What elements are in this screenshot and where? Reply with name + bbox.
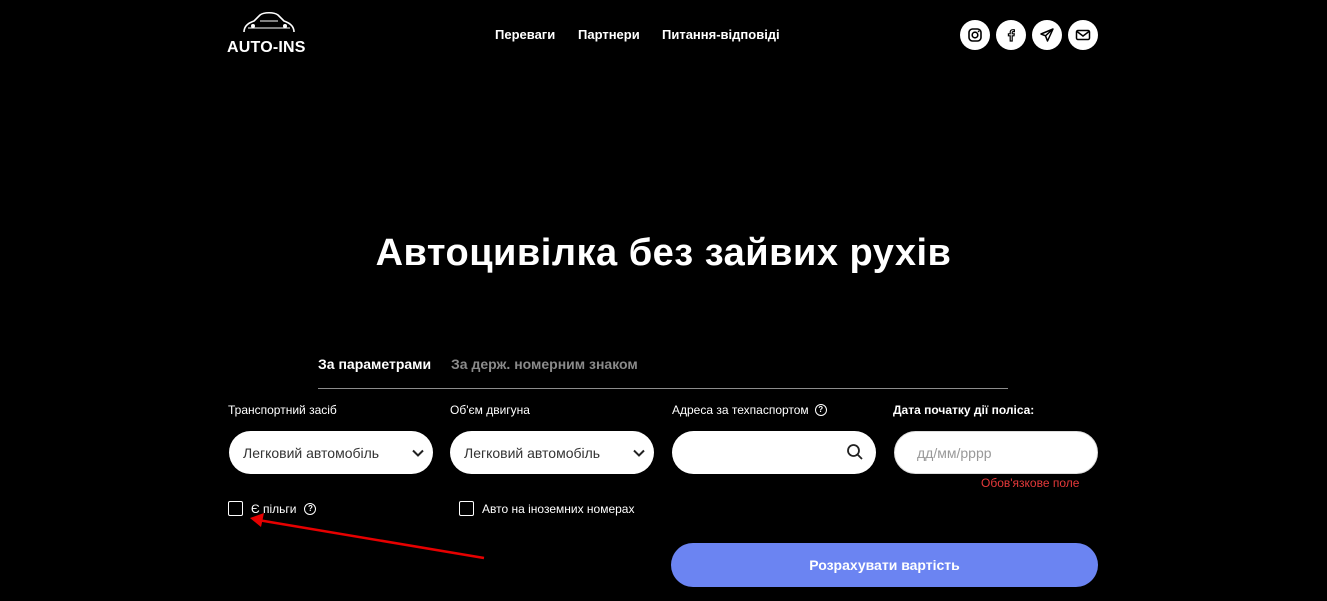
vehicle-label-text: Транспортний засіб (228, 403, 337, 417)
engine-select-value: Легковий автомобіль (464, 444, 601, 461)
tab-by-plate-number[interactable]: За держ. номерним знаком (451, 356, 638, 372)
address-label: Адреса за техпаспортом ? (672, 403, 827, 417)
engine-select[interactable]: Легковий автомобіль (450, 431, 654, 474)
date-label-text: Дата початку дії поліса: (893, 403, 1035, 417)
telegram-icon[interactable] (1032, 20, 1062, 50)
nav-item-partners[interactable]: Партнери (578, 27, 640, 42)
chevron-down-icon (403, 449, 433, 457)
site-header: AUTO-INS Переваги Партнери Питання-відпо… (0, 0, 1327, 70)
calculate-price-button[interactable]: Розрахувати вартість (671, 543, 1098, 587)
address-search-input[interactable] (672, 431, 876, 474)
vehicle-select[interactable]: Легковий автомобіль (229, 431, 433, 474)
policy-start-date-input[interactable]: дд/мм/рррр (894, 431, 1098, 474)
search-icon[interactable] (846, 443, 864, 464)
annotation-arrow-icon (250, 513, 485, 560)
tabs-divider (318, 388, 1008, 389)
logo-text: AUTO-INS (227, 39, 306, 56)
tab-by-parameters[interactable]: За параметрами (318, 356, 431, 372)
engine-label-text: Об'єм двигуна (450, 403, 530, 417)
logo[interactable]: AUTO-INS (226, 8, 312, 58)
checkbox-box[interactable] (228, 501, 243, 516)
date-placeholder: дд/мм/рррр (917, 444, 992, 461)
date-label: Дата початку дії поліса: (893, 403, 1034, 417)
vehicle-select-value: Легковий автомобіль (243, 444, 380, 461)
nav-item-advantages[interactable]: Переваги (495, 27, 555, 42)
facebook-icon[interactable] (996, 20, 1026, 50)
hero-title: Автоцивілка без зайвих рухів (375, 232, 952, 274)
help-icon[interactable]: ? (814, 404, 827, 416)
instagram-icon[interactable] (960, 20, 990, 50)
address-label-text: Адреса за техпаспортом (672, 403, 809, 417)
chevron-down-icon (624, 449, 654, 457)
vehicle-label: Транспортний засіб (228, 403, 337, 417)
nav-item-faq[interactable]: Питання-відповіді (662, 27, 780, 42)
foreign-plates-label: Авто на іноземних номерах (482, 501, 635, 516)
car-logo-icon (243, 11, 295, 33)
required-field-error: Обов'язкове поле (981, 476, 1080, 490)
engine-label: Об'єм двигуна (450, 403, 530, 417)
mail-icon[interactable] (1068, 20, 1098, 50)
